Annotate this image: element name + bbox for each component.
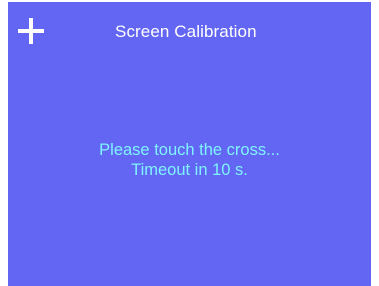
timeout-text: Timeout in 10 s. [131, 161, 248, 179]
touch-prompt: Please touch the cross... [99, 141, 280, 159]
cross-icon[interactable] [18, 18, 44, 44]
screen-title: Screen Calibration [115, 22, 257, 41]
calibration-message: Please touch the cross... Timeout in 10 … [8, 140, 371, 180]
cross-vertical-bar [29, 18, 33, 44]
calibration-screen[interactable]: Screen Calibration Please touch the cros… [8, 2, 371, 286]
